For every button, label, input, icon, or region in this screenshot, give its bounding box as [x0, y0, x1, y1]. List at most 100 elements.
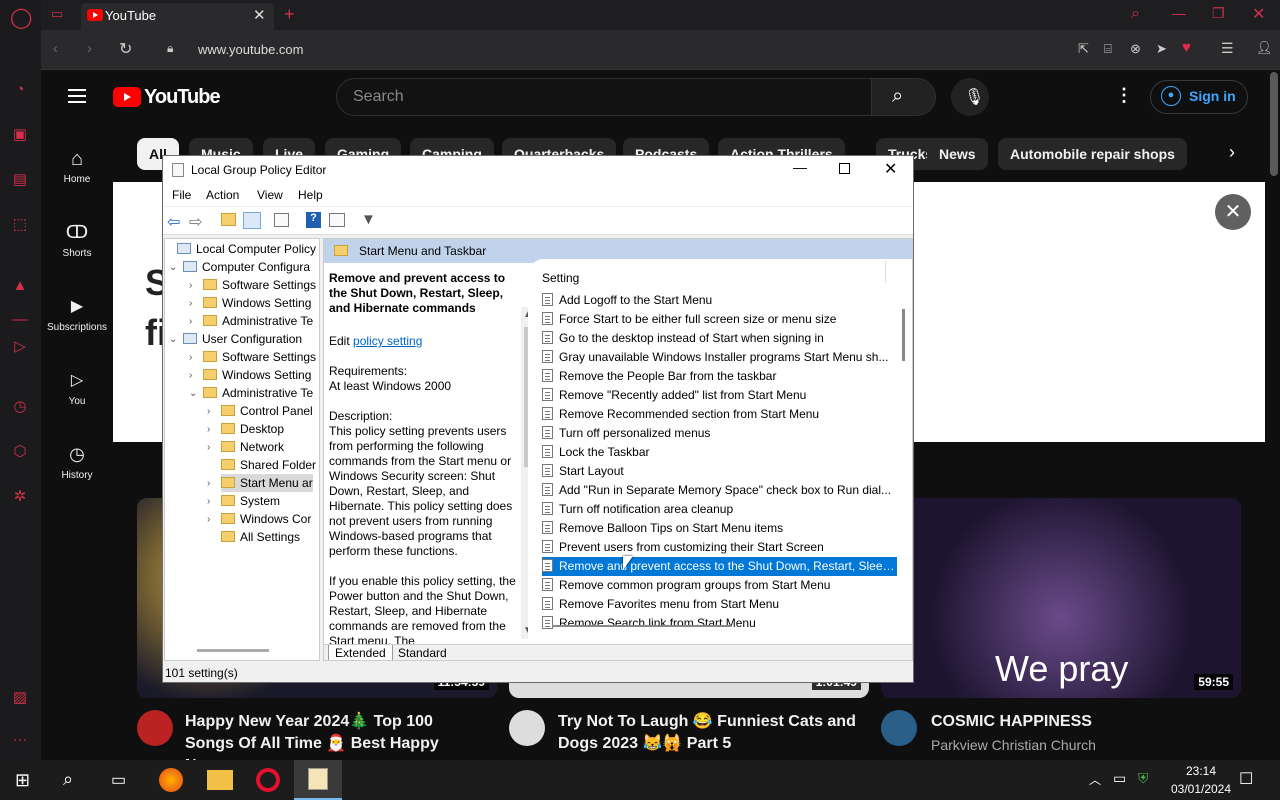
video-thumbnail-3[interactable]: We pray 59:55: [881, 498, 1241, 698]
tree-item[interactable]: All Settings: [221, 528, 300, 546]
channel-avatar[interactable]: [881, 710, 917, 746]
setting-row[interactable]: Prevent users from customizing their Sta…: [542, 538, 897, 557]
properties-icon[interactable]: [329, 213, 345, 227]
minimize-icon[interactable]: —: [1172, 5, 1186, 21]
setting-row[interactable]: Remove common program groups from Start …: [542, 576, 897, 595]
adblock-icon[interactable]: ⊗: [1130, 41, 1141, 57]
tree-item[interactable]: Windows Setting: [203, 366, 311, 384]
reload-icon[interactable]: ↻: [119, 39, 132, 59]
hamburger-menu-icon[interactable]: [68, 89, 86, 103]
edit-policy-link[interactable]: policy setting: [353, 334, 422, 348]
tree-item[interactable]: Shared Folder: [221, 456, 316, 474]
close-icon[interactable]: ✕: [884, 159, 897, 179]
clock-time[interactable]: 23:14: [1178, 764, 1224, 778]
tree-item[interactable]: User Configuration: [183, 330, 302, 348]
tree-item[interactable]: System: [221, 492, 280, 510]
tree-item[interactable]: Administrative Te: [203, 312, 313, 330]
menu-view[interactable]: View: [257, 188, 283, 202]
close-ad-icon[interactable]: ✕: [1215, 194, 1251, 230]
tree-item[interactable]: Network: [221, 438, 284, 456]
youtube-logo-icon[interactable]: [113, 87, 141, 107]
opera-taskbar-icon[interactable]: [256, 768, 280, 792]
settings-dots-icon[interactable]: ⋮: [1115, 85, 1133, 106]
page-scrollbar[interactable]: [1270, 72, 1278, 176]
setting-row[interactable]: Turn off personalized menus: [542, 424, 897, 443]
setting-row[interactable]: Remove and prevent access to the Shut Do…: [542, 557, 897, 576]
channel-avatar[interactable]: [137, 710, 173, 746]
channel-name[interactable]: Parkview Christian Church: [931, 737, 1096, 753]
nav-subscriptions[interactable]: ▶︎ Subscriptions: [41, 296, 113, 333]
column-header-setting[interactable]: Setting: [542, 271, 579, 285]
settings-v-scrollbar[interactable]: [902, 309, 905, 361]
youtube-logo-text[interactable]: YouTube: [144, 86, 221, 109]
show-hide-tree-icon[interactable]: [243, 212, 261, 229]
setting-row[interactable]: Add "Run in Separate Memory Space" check…: [542, 481, 897, 500]
camera-icon[interactable]: ⌸: [1104, 41, 1112, 57]
tree-item[interactable]: Desktop: [221, 420, 284, 438]
back-arrow-icon[interactable]: ⇦: [167, 212, 180, 232]
send-icon[interactable]: ➤: [1156, 41, 1167, 57]
tree-item[interactable]: Software Settings: [203, 276, 316, 294]
more-icon[interactable]: ···: [10, 730, 30, 750]
video-title[interactable]: Happy New Year 2024🎄 Top 100 Songs Of Al…: [185, 711, 485, 760]
chip-news[interactable]: News: [927, 138, 988, 170]
setting-row[interactable]: Remove Favorites menu from Start Menu: [542, 595, 897, 614]
tree-item[interactable]: Local Computer Policy: [177, 240, 316, 258]
notifications-icon[interactable]: ☐: [1239, 769, 1253, 789]
tree-expander-icon[interactable]: ›: [189, 298, 192, 309]
heart-icon[interactable]: ♥: [1182, 39, 1191, 56]
share-icon[interactable]: ⇱: [1078, 41, 1089, 57]
setting-row[interactable]: Go to the desktop instead of Start when …: [542, 329, 897, 348]
maximize-icon[interactable]: [839, 163, 850, 174]
tree-item[interactable]: Control Panel: [221, 402, 313, 420]
settings-icon[interactable]: ✲: [10, 487, 30, 507]
voice-search-button[interactable]: 🎙︎: [951, 78, 989, 116]
setting-row[interactable]: Remove Search link from Start Menu: [542, 614, 897, 633]
gpe-taskbar-button[interactable]: [294, 760, 342, 800]
chips-next-icon[interactable]: ›: [1229, 142, 1235, 163]
setting-row[interactable]: Force Start to be either full screen siz…: [542, 310, 897, 329]
settings-h-scrollbar[interactable]: [552, 625, 732, 627]
video-title[interactable]: Try Not To Laugh 😂 Funniest Cats and Dog…: [558, 711, 858, 755]
minimize-icon[interactable]: —: [793, 159, 807, 175]
tree-expander-icon[interactable]: ›: [207, 424, 210, 435]
search-taskbar-icon[interactable]: ⌕: [63, 769, 73, 790]
tab-standard[interactable]: Standard: [394, 645, 451, 660]
search-input[interactable]: Search: [336, 78, 872, 116]
tab-youtube[interactable]: YouTube ✕: [81, 3, 274, 30]
tree-item[interactable]: Software Settings: [203, 348, 316, 366]
title-bar[interactable]: Local Group Policy Editor — ✕: [163, 156, 913, 184]
help-icon[interactable]: ?: [306, 212, 321, 228]
setting-row[interactable]: Lock the Taskbar: [542, 443, 897, 462]
chip-automobile-repair[interactable]: Automobile repair shops: [998, 138, 1187, 170]
speed-dial-icon[interactable]: ◔: [10, 80, 30, 100]
ai-icon[interactable]: ⬚: [10, 215, 30, 235]
close-tab-icon[interactable]: ✕: [253, 6, 266, 24]
tree-expander-icon[interactable]: ›: [207, 406, 210, 417]
url-field[interactable]: www.youtube.com: [198, 42, 304, 57]
tree-item[interactable]: Start Menu ar: [221, 474, 313, 492]
tree-expander-icon[interactable]: ⌄: [189, 388, 197, 399]
tree-expander-icon[interactable]: ⌄: [169, 262, 177, 273]
tree-expander-icon[interactable]: ›: [207, 514, 210, 525]
setting-row[interactable]: Remove "Recently added" list from Start …: [542, 386, 897, 405]
setting-row[interactable]: Remove Balloon Tips on Start Menu items: [542, 519, 897, 538]
start-icon[interactable]: ⊞: [15, 770, 30, 791]
tree-expander-icon[interactable]: ›: [189, 370, 192, 381]
tree-expander-icon[interactable]: ›: [189, 352, 192, 363]
setting-row[interactable]: Gray unavailable Windows Installer progr…: [542, 348, 897, 367]
tab-extended[interactable]: Extended: [328, 645, 393, 660]
tree-expander-icon[interactable]: ›: [189, 316, 192, 327]
channel-avatar[interactable]: [509, 710, 545, 746]
tree-item[interactable]: Windows Setting: [203, 294, 311, 312]
file-explorer-icon[interactable]: [207, 770, 233, 790]
extensions-icon[interactable]: ⬡: [10, 442, 30, 462]
search-tabs-icon[interactable]: ⌕: [1131, 5, 1140, 23]
tree-expander-icon[interactable]: ›: [207, 442, 210, 453]
profile-icon[interactable]: 👤︎: [1256, 40, 1273, 56]
defender-icon[interactable]: ⛨: [1138, 770, 1149, 787]
clock-date[interactable]: 03/01/2024: [1163, 782, 1239, 796]
nav-home[interactable]: ⌂ Home: [41, 148, 113, 185]
nav-history[interactable]: ◷ History: [41, 444, 113, 481]
tray-chevron-icon[interactable]: ︿: [1089, 771, 1101, 788]
